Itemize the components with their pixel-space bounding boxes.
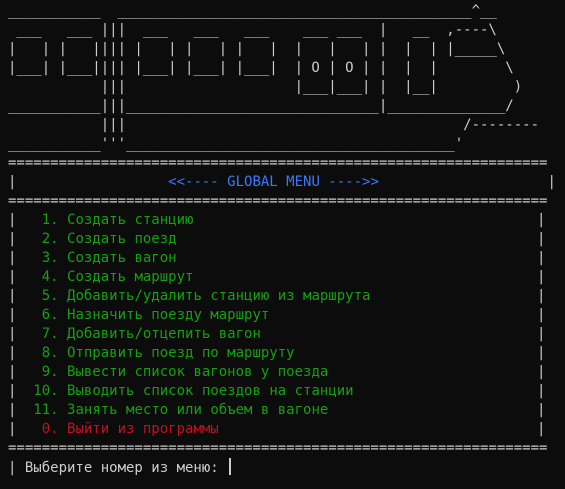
ascii-art-line-3: | | | |||| | | | | | | | | | | | | |____… <box>8 41 506 57</box>
border-right: | <box>547 174 556 190</box>
menu-item[interactable]: | 11. Занять место или объем в вагоне <box>8 401 328 420</box>
menu-item-label: Создать поезд <box>67 231 177 247</box>
menu-item[interactable]: | 8. Отправить поезд по маршруту <box>8 344 295 363</box>
ascii-art-line-2: ___ ___ ||| ___ ___ ___ ___ ___ | __ ,--… <box>8 22 497 38</box>
menu-item[interactable]: | 7. Добавить/отцепить вагон <box>8 325 261 344</box>
ascii-art-line-8: ___________'''__________________________… <box>8 136 464 152</box>
menu-item[interactable]: | 1. Создать станцию <box>8 211 193 230</box>
menu-item-exit[interactable]: | 0. Выйти из программы <box>8 420 219 439</box>
ascii-art-line-5: ||| |___|___| | |__| ) <box>8 79 523 95</box>
menu-item-label: Вывести список вагонов у поезда <box>67 364 329 380</box>
menu-item-label: Отправить поезд по маршруту <box>67 345 295 361</box>
ascii-art-line-6: ___________|||__________________________… <box>8 98 514 114</box>
ascii-art-line-4: |___| |___|||| |___| |___| |___| | O | O… <box>8 60 514 76</box>
right-border: | | | | | | | | | | | | <box>537 212 546 437</box>
ascii-art-line-1: ___________ ____________________________… <box>8 3 497 19</box>
menu-item[interactable]: | 4. Создать маршрут <box>8 268 193 287</box>
exit-label: Выйти из программы <box>67 421 219 437</box>
text-cursor <box>229 458 232 475</box>
menu-item-label: Добавить/удалить станцию из маршрута <box>67 288 371 304</box>
separator-bottom: ========================================… <box>8 440 548 456</box>
menu-item[interactable]: | 3. Создать вагон <box>8 249 177 268</box>
input-prompt[interactable]: | Выберите номер из меню: <box>8 458 232 477</box>
menu-item-label: Создать маршрут <box>67 269 194 285</box>
menu-item-label: Занять место или объем в вагоне <box>67 402 329 418</box>
separator-middle: ========================================… <box>8 193 548 209</box>
menu-title: <<---- GLOBAL MENU ---->> <box>168 174 379 190</box>
menu-header-row: | <<---- GLOBAL MENU ---->> | <box>8 173 556 192</box>
ascii-art-line-7: ||| /-------- <box>8 117 540 133</box>
menu-item-label: Назначить поезду маршрут <box>67 307 270 323</box>
terminal-window: ___________ ____________________________… <box>0 0 565 489</box>
menu-item[interactable]: | 5. Добавить/удалить станцию из маршрут… <box>8 287 370 306</box>
menu-item-label: Создать станцию <box>67 212 194 228</box>
menu-item-label: Выводить список поездов на станции <box>67 383 354 399</box>
menu-item[interactable]: | 10. Выводить список поездов на станции <box>8 382 354 401</box>
menu-item[interactable]: | 2. Создать поезд <box>8 230 177 249</box>
menu-item-label: Добавить/отцепить вагон <box>67 326 261 342</box>
prompt-text: | Выберите номер из меню: <box>8 460 228 476</box>
menu-item[interactable]: | 9. Вывести список вагонов у поезда <box>8 363 328 382</box>
menu-item-label: Создать вагон <box>67 250 177 266</box>
separator-top: ========================================… <box>8 155 548 171</box>
menu-item[interactable]: | 6. Назначить поезду маршрут <box>8 306 269 325</box>
